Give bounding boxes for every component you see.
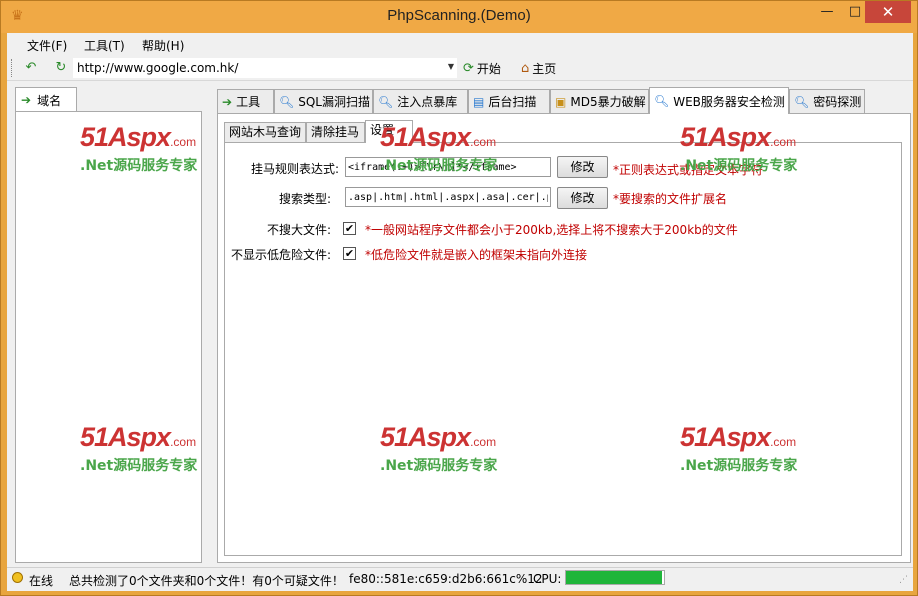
refresh-icon[interactable]: ↻ <box>53 60 69 76</box>
toolbar: ↶ ↻ ▼ ⟳ 开始 ⌂ 主页 <box>7 55 913 81</box>
tab-injection[interactable]: 🔍︎ 注入点暴库 <box>373 89 468 113</box>
types-hint: *要搜索的文件扩展名 <box>613 192 728 206</box>
app-window: ♛ PhpScanning.(Demo) — □ ✕ 文件(F) 工具(T) 帮… <box>0 0 918 596</box>
tab-trojan-query[interactable]: 网站木马查询 <box>224 122 306 142</box>
home-button[interactable]: ⌂ 主页 <box>521 59 556 77</box>
tab-settings[interactable]: 设置 <box>365 120 413 143</box>
types-label: 搜索类型: <box>278 192 331 206</box>
tab-domain-label: 域名 <box>37 93 62 108</box>
tab-md5[interactable]: ▣ MD5暴力破解 <box>550 89 649 113</box>
tab-tools[interactable]: ➔ 工具 <box>217 89 274 113</box>
arrow-icon: ➔ <box>21 93 32 107</box>
back-icon[interactable]: ↶ <box>23 60 39 76</box>
tab-label: 后台扫描 <box>488 95 537 109</box>
magnifier-icon: 🔍︎ <box>794 94 810 109</box>
online-status: 在线 <box>29 574 54 588</box>
tab-clear-trojan[interactable]: 清除挂马 <box>306 122 365 142</box>
start-icon: ⟳ <box>463 60 474 76</box>
toolbar-grip[interactable] <box>11 59 14 77</box>
tab-web-security[interactable]: 🔍︎ WEB服务器安全检测 <box>649 87 789 114</box>
menu-file[interactable]: 文件(F) <box>27 37 67 54</box>
start-label: 开始 <box>476 61 501 76</box>
tab-label: WEB服务器安全检测 <box>673 94 785 109</box>
home-icon: ⌂ <box>521 60 530 76</box>
window-title: PhpScanning.(Demo) <box>387 7 531 24</box>
menu-tools[interactable]: 工具(T) <box>84 37 125 54</box>
window-icon: ▤ <box>473 94 485 109</box>
check-icon: ✔ <box>344 222 355 235</box>
menu-bar: 文件(F) 工具(T) 帮助(H) <box>7 33 913 55</box>
close-button[interactable]: ✕ <box>865 1 911 23</box>
bigfile-label: 不搜大文件: <box>266 223 331 237</box>
magnifier-icon: 🔍︎ <box>654 94 670 108</box>
cpu-label: CPU: <box>533 572 562 586</box>
domain-list[interactable] <box>15 111 202 563</box>
resize-grip-icon[interactable]: ⋰ <box>899 575 911 587</box>
magnifier-icon: 🔍︎ <box>378 94 394 109</box>
settings-panel: 挂马规则表达式: 修改 *正则表达式或指定文本字符 搜索类型: 修改 *要搜索的… <box>224 142 902 556</box>
client-area: 文件(F) 工具(T) 帮助(H) ↶ ↻ ▼ ⟳ 开始 ⌂ 主页 ➔ <box>7 33 913 591</box>
lowrisk-hint: *低危险文件就是嵌入的框架未指向外连接 <box>365 248 588 262</box>
bigfile-checkbox[interactable]: ✔ <box>343 222 356 235</box>
tab-label: MD5暴力破解 <box>570 95 646 109</box>
tab-label: 注入点暴库 <box>397 95 458 109</box>
rule-field[interactable] <box>345 157 551 177</box>
rule-hint: *正则表达式或指定文本字符 <box>613 163 764 177</box>
url-input[interactable] <box>74 59 434 77</box>
url-combobox[interactable]: ▼ <box>73 58 457 78</box>
online-status-icon <box>12 572 23 583</box>
tab-domain[interactable]: ➔ 域名 <box>15 87 77 112</box>
arrow-icon: ➔ <box>222 94 233 109</box>
lowrisk-label: 不显示低危险文件: <box>230 248 331 262</box>
ip-address: fe80::581e:c659:d2b6:661c%12 <box>349 572 543 586</box>
rule-modify-button[interactable]: 修改 <box>557 156 608 178</box>
tab-admin-scan[interactable]: ▤ 后台扫描 <box>468 89 550 113</box>
bigfile-hint: *一般网站程序文件都会小于200kb,选择上将不搜索大于200kb的文件 <box>365 223 738 237</box>
rule-label: 挂马规则表达式: <box>250 162 339 176</box>
tab-label: 密码探测 <box>813 95 862 109</box>
start-button[interactable]: ⟳ 开始 <box>463 59 501 77</box>
tab-label: SQL漏洞扫描 <box>298 95 370 109</box>
lowrisk-checkbox[interactable]: ✔ <box>343 247 356 260</box>
domain-panel: ➔ 域名 <box>15 87 202 563</box>
title-bar[interactable]: ♛ PhpScanning.(Demo) — □ ✕ <box>1 1 917 33</box>
types-field[interactable] <box>345 187 551 207</box>
types-input[interactable] <box>346 188 550 206</box>
tab-sql-scan[interactable]: 🔍︎ SQL漏洞扫描 <box>274 89 373 113</box>
scan-summary: 总共检测了0个文件夹和0个文件！有0个可疑文件！ <box>69 574 344 588</box>
box-icon: ▣ <box>555 94 567 109</box>
check-icon: ✔ <box>344 247 355 260</box>
chevron-down-icon[interactable]: ▼ <box>448 62 454 71</box>
cpu-meter-fill <box>566 571 663 584</box>
cpu-meter <box>565 570 665 585</box>
menu-help[interactable]: 帮助(H) <box>142 37 184 54</box>
status-bar: 在线 总共检测了0个文件夹和0个文件！有0个可疑文件！ fe80::581e:c… <box>7 567 913 589</box>
rule-input[interactable] <box>346 158 550 176</box>
home-label: 主页 <box>532 61 557 76</box>
tab-label: 工具 <box>236 95 261 109</box>
minimize-button[interactable]: — <box>813 1 841 23</box>
types-modify-button[interactable]: 修改 <box>557 187 608 209</box>
main-tab-strip: ➔ 工具 🔍︎ SQL漏洞扫描 🔍︎ 注入点暴库 ▤ 后台扫描 ▣ MD5暴力破… <box>217 87 911 114</box>
web-security-panel: 网站木马查询 清除挂马 设置 挂马规则表达式: 修改 *正则表达式或指定文本字符… <box>217 113 911 563</box>
tab-password[interactable]: 🔍︎ 密码探测 <box>789 89 865 113</box>
magnifier-icon: 🔍︎ <box>279 94 295 109</box>
